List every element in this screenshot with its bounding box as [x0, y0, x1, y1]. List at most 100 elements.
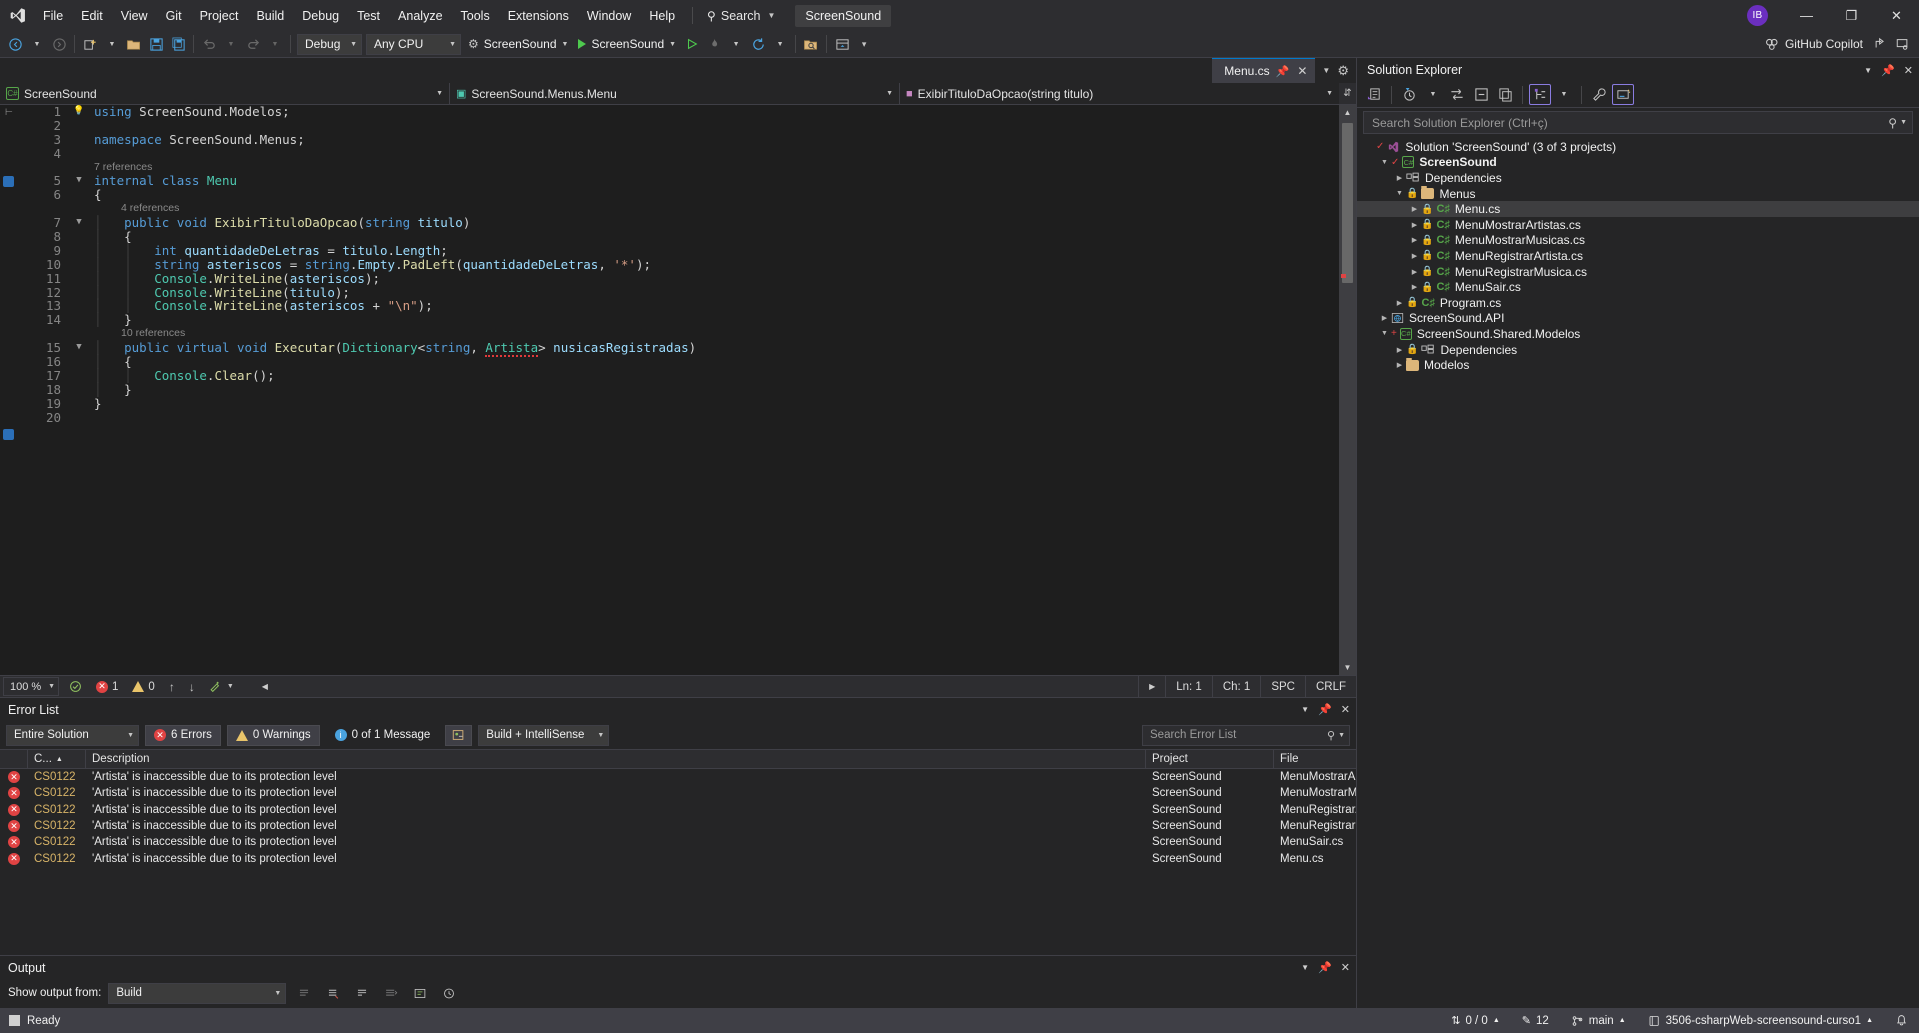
hot-reload-icon[interactable] [703, 33, 725, 55]
redo-icon[interactable] [242, 33, 264, 55]
tree-node[interactable]: ▶ 🔒 C♯ MenuRegistrarMusica.cs [1357, 264, 1919, 280]
share-icon[interactable] [1869, 33, 1891, 55]
startup-project-selector[interactable]: ⚙ ScreenSound ▼ [463, 33, 573, 55]
chevron-down-icon[interactable]: ▼ [1301, 963, 1309, 972]
table-row[interactable]: ✕ CS0122 'Artista' is inaccessible due to … [0, 834, 1356, 850]
prev-issue-button[interactable]: ↑ [162, 680, 182, 694]
chevron-right-icon[interactable]: ▶ [1393, 361, 1406, 369]
chevron-right-icon[interactable]: ▶ [1408, 205, 1421, 213]
pin-icon[interactable]: 📌 [1318, 703, 1332, 716]
tree-node[interactable]: ▶ Modelos [1357, 357, 1919, 373]
chevron-down-icon[interactable]: ▼ [1393, 190, 1406, 197]
search-icon[interactable]: ⚲ [1327, 729, 1335, 742]
close-icon[interactable]: ✕ [1295, 64, 1309, 78]
chevron-down-icon[interactable]: ▼ [1378, 330, 1391, 337]
gear-icon[interactable]: ⚙ [1337, 63, 1349, 79]
git-branch[interactable]: main ▲ [1560, 1008, 1637, 1033]
output-source-dropdown[interactable]: Build ▼ [108, 982, 287, 1004]
menu-test[interactable]: Test [348, 0, 389, 31]
messages-filter-button[interactable]: i 0 of 1 Message [326, 725, 440, 746]
inheritance-margin-icon-class[interactable] [3, 176, 14, 187]
new-project-dropdown-icon[interactable]: ▼ [101, 33, 123, 55]
column-header-file[interactable]: File [1274, 749, 1356, 769]
refresh-icon[interactable] [747, 33, 769, 55]
chevron-right-icon[interactable]: ▶ [1393, 299, 1406, 307]
chevron-down-icon[interactable]: ▼ [1322, 66, 1330, 75]
new-project-icon[interactable] [79, 33, 101, 55]
open-file-icon[interactable] [123, 33, 145, 55]
properties-wrench-icon[interactable] [1588, 84, 1610, 105]
save-all-icon[interactable] [167, 33, 189, 55]
preview-selected-items-icon[interactable] [1612, 84, 1634, 105]
error-scope-dropdown[interactable]: Entire Solution ▼ [6, 724, 139, 746]
navigate-backward-icon[interactable] [4, 33, 26, 55]
view-dropdown-icon[interactable]: ▼ [1553, 84, 1575, 105]
scroll-up-icon[interactable]: ▲ [1339, 105, 1356, 120]
close-icon[interactable]: ✕ [1341, 703, 1350, 716]
tree-node[interactable]: ▶ 🔒 C♯ MenuMostrarArtistas.cs [1357, 217, 1919, 233]
lightbulb-icon[interactable]: 💡 [68, 105, 90, 119]
show-all-files-icon[interactable] [1494, 84, 1516, 105]
navbar-type-dropdown[interactable]: ▣ ScreenSound.Menus.Menu ▼ [450, 83, 900, 104]
maximize-button[interactable]: ❐ [1829, 0, 1874, 31]
table-row[interactable]: ✕ CS0122 'Artista' is inaccessible due to … [0, 818, 1356, 834]
solution-name-chip[interactable]: ScreenSound [795, 4, 892, 27]
collapse-all-icon[interactable] [1470, 84, 1492, 105]
chevron-right-icon[interactable]: ▶ [1408, 283, 1421, 291]
column-header-project[interactable]: Project [1146, 749, 1274, 769]
chevron-right-icon[interactable]: ▶ [1393, 174, 1406, 182]
source-control-changes[interactable]: ⇅ 0 / 0 ▲ [1440, 1008, 1511, 1033]
notifications-bell-icon[interactable] [1884, 1008, 1919, 1033]
navbar-project-dropdown[interactable]: C# ScreenSound ▼ [0, 83, 450, 104]
menu-extensions[interactable]: Extensions [499, 0, 578, 31]
pending-changes-filter-icon[interactable] [1398, 84, 1420, 105]
tree-node[interactable]: ▶ 🔒 Dependencies [1357, 342, 1919, 358]
collapse-all-icon[interactable]: ⊢ [5, 107, 13, 118]
pin-icon[interactable]: 📌 [1276, 65, 1290, 78]
tree-node[interactable]: ▶ 🔒 C♯ MenuMostrarMusicas.cs [1357, 233, 1919, 249]
spaces-indicator[interactable]: SPC [1260, 675, 1305, 698]
menu-help[interactable]: Help [640, 0, 684, 31]
error-marker[interactable] [1341, 274, 1346, 278]
errors-filter-button[interactable]: ✕ 6 Errors [145, 724, 221, 746]
close-icon[interactable]: ✕ [1904, 64, 1913, 77]
table-row[interactable]: ✕ CS0122 'Artista' is inaccessible due to … [0, 850, 1356, 866]
save-icon[interactable] [145, 33, 167, 55]
pin-icon[interactable]: 📌 [1881, 64, 1895, 77]
start-without-debugging-icon[interactable] [681, 33, 703, 55]
scroll-down-icon[interactable]: ▼ [1339, 660, 1356, 675]
navigate-forward-icon[interactable] [48, 33, 70, 55]
navbar-member-dropdown[interactable]: ■ ExibirTituloDaOpcao(string titulo) ▼ [900, 83, 1339, 104]
zoom-level-dropdown[interactable]: 100 % ▼ [3, 677, 59, 696]
fold-toggle-icon[interactable]: ▼ [68, 174, 90, 188]
find-in-files-icon[interactable] [800, 33, 822, 55]
output-go-to-message-icon[interactable] [380, 983, 402, 1004]
minimize-button[interactable]: — [1784, 0, 1829, 31]
pin-icon[interactable]: 📌 [1318, 961, 1332, 974]
fold-toggle-icon[interactable]: ▼ [68, 341, 90, 355]
tree-node[interactable]: ▼ 🔒 Menus [1357, 186, 1919, 202]
code-editor[interactable]: ⊢ 1 💡 using ScreenSound.Modelos; 2 3 nam… [0, 105, 1356, 675]
menu-tools[interactable]: Tools [452, 0, 499, 31]
editor-error-count[interactable]: ✕ 1 [89, 680, 125, 693]
error-list-search-input[interactable] [1150, 729, 1327, 741]
close-button[interactable]: ✕ [1874, 0, 1919, 31]
github-copilot-button[interactable]: GitHub Copilot [1758, 33, 1869, 55]
output-toggle-wordwrap-icon[interactable] [351, 983, 373, 1004]
solution-explorer-search[interactable]: ⚲ ▼ [1363, 111, 1913, 134]
menu-view[interactable]: View [112, 0, 157, 31]
solution-platform-dropdown[interactable]: Any CPU ▼ [366, 33, 461, 55]
filter-dropdown-icon[interactable]: ▼ [1422, 84, 1444, 105]
chevron-right-icon[interactable]: ▶ [1408, 252, 1421, 260]
output-clear-all-icon[interactable] [322, 983, 344, 1004]
column-header-description[interactable]: Description [86, 749, 1146, 769]
table-row[interactable]: ✕ CS0122 'Artista' is inaccessible due to … [0, 785, 1356, 801]
refresh-dropdown-icon[interactable]: ▼ [769, 33, 791, 55]
solution-explorer-search-input[interactable] [1372, 115, 1889, 130]
chevron-right-icon[interactable]: ▶ [1408, 268, 1421, 276]
solution-explorer-view-icon[interactable] [1529, 84, 1551, 105]
next-issue-button[interactable]: ↓ [182, 680, 202, 694]
chevron-down-icon[interactable]: ▼ [1900, 119, 1907, 126]
menu-debug[interactable]: Debug [293, 0, 348, 31]
tab-menu-cs[interactable]: Menu.cs 📌 ✕ [1212, 58, 1316, 83]
